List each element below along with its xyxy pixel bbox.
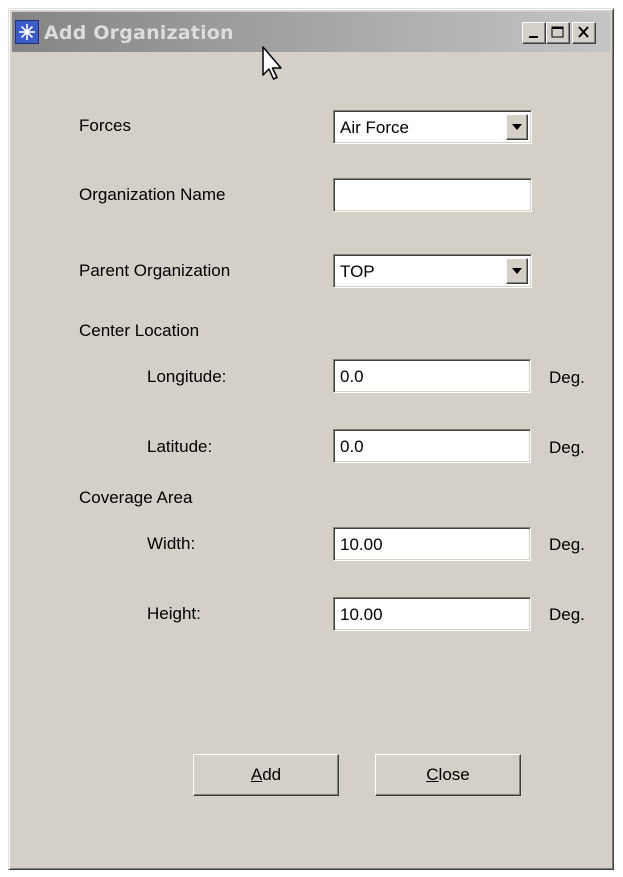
- latitude-label: Latitude:: [147, 437, 213, 456]
- coverage-area-heading: Coverage Area: [79, 488, 193, 507]
- latitude-unit: Deg.: [549, 438, 585, 457]
- forces-select[interactable]: Air Force: [333, 110, 532, 144]
- close-button-label-rest: lose: [438, 765, 470, 784]
- maximize-icon: [551, 26, 564, 38]
- title-bar[interactable]: Add Organization: [12, 12, 610, 52]
- mouse-pointer-icon: [262, 46, 282, 80]
- add-button[interactable]: Add: [193, 754, 339, 796]
- window-title: Add Organization: [44, 22, 234, 44]
- chevron-down-icon: [512, 268, 522, 274]
- forces-dropdown-button[interactable]: [506, 114, 528, 140]
- width-input[interactable]: 10.00: [333, 527, 531, 561]
- longitude-input[interactable]: 0.0: [333, 359, 531, 393]
- height-unit: Deg.: [549, 605, 585, 624]
- minimize-button[interactable]: [522, 22, 546, 44]
- minimize-icon: [529, 36, 538, 38]
- close-button-mnemonic: C: [426, 765, 439, 784]
- width-label: Width:: [147, 534, 196, 553]
- forces-label: Forces: [79, 116, 131, 135]
- organization-name-input[interactable]: [333, 178, 532, 212]
- latitude-input[interactable]: 0.0: [333, 429, 531, 463]
- parent-organization-label: Parent Organization: [79, 261, 231, 280]
- height-value: 10.00: [340, 605, 383, 624]
- organization-name-text[interactable]: [336, 181, 529, 209]
- height-label: Height:: [147, 604, 201, 623]
- close-window-button[interactable]: [572, 22, 596, 44]
- maximize-button[interactable]: [546, 22, 570, 44]
- app-star-icon: [15, 20, 39, 44]
- height-input[interactable]: 10.00: [333, 597, 531, 631]
- parent-organization-select[interactable]: TOP: [333, 254, 532, 288]
- latitude-value: 0.0: [340, 437, 364, 456]
- forces-selected-value: Air Force: [340, 118, 409, 137]
- add-organization-window: Add Organization Forces Air Force Organi…: [8, 8, 614, 870]
- organization-name-label: Organization Name: [79, 185, 226, 204]
- width-unit: Deg.: [549, 535, 585, 554]
- longitude-value: 0.0: [340, 367, 364, 386]
- parent-organization-dropdown-button[interactable]: [506, 258, 528, 284]
- chevron-down-icon: [512, 124, 522, 130]
- longitude-label: Longitude:: [147, 367, 227, 386]
- width-value: 10.00: [340, 535, 383, 554]
- parent-organization-selected-value: TOP: [340, 262, 375, 281]
- add-button-mnemonic: A: [250, 765, 263, 784]
- add-button-label-rest: dd: [262, 765, 282, 784]
- longitude-unit: Deg.: [549, 368, 585, 387]
- close-icon: [578, 26, 589, 38]
- center-location-heading: Center Location: [79, 321, 200, 340]
- close-button[interactable]: Close: [375, 754, 521, 796]
